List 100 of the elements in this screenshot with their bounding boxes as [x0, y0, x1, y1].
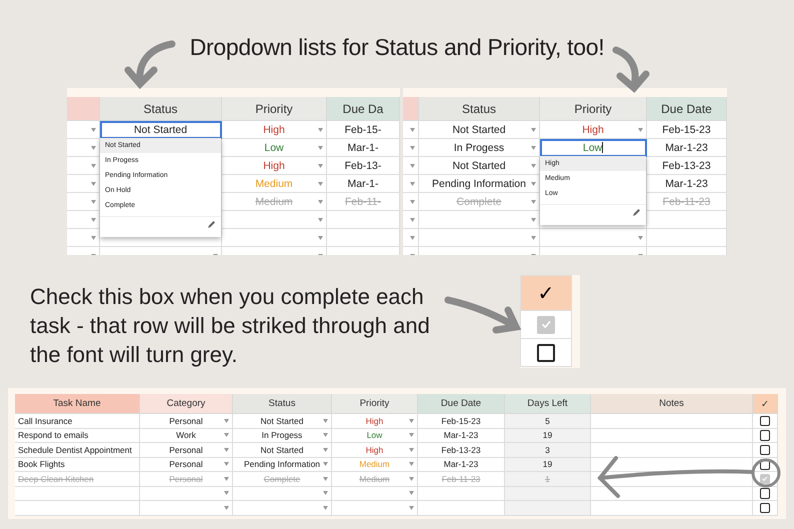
caret-icon[interactable]: [91, 164, 96, 168]
caret-icon[interactable]: [318, 146, 323, 150]
dropdown-cell[interactable]: [403, 139, 419, 157]
dropdown-cell[interactable]: Personal: [140, 443, 233, 458]
caret-icon[interactable]: [409, 418, 414, 423]
caret-icon[interactable]: [91, 200, 96, 204]
caret-icon[interactable]: [224, 418, 229, 423]
caret-icon[interactable]: [638, 236, 643, 240]
caret-icon[interactable]: [409, 433, 414, 438]
dropdown-cell[interactable]: [403, 229, 419, 247]
caret-icon[interactable]: [410, 182, 415, 186]
caret-icon[interactable]: [409, 462, 414, 466]
caret-icon[interactable]: [323, 476, 328, 481]
checkbox[interactable]: [760, 430, 770, 440]
checkbox[interactable]: [760, 444, 770, 455]
caret-icon[interactable]: [410, 200, 415, 204]
caret-icon[interactable]: [318, 200, 323, 204]
dropdown-cell[interactable]: [233, 486, 332, 501]
dropdown-cell[interactable]: [403, 157, 419, 175]
dropdown-cell[interactable]: Not Started: [233, 443, 332, 458]
caret-icon[interactable]: [531, 236, 536, 240]
caret-icon[interactable]: [410, 146, 415, 150]
caret-icon[interactable]: [224, 462, 229, 466]
dropdown-cell[interactable]: Work: [140, 428, 233, 443]
dropdown-cell[interactable]: High: [332, 414, 418, 428]
caret-icon[interactable]: [224, 476, 229, 481]
dropdown-cell[interactable]: [403, 121, 419, 139]
caret-icon[interactable]: [318, 164, 323, 168]
caret-icon[interactable]: [531, 164, 536, 168]
pencil-icon[interactable]: [632, 209, 640, 217]
caret-icon[interactable]: [91, 236, 96, 240]
dropdown-cell[interactable]: High: [332, 443, 418, 458]
dropdown-cell[interactable]: [67, 139, 100, 157]
checkbox[interactable]: [537, 344, 555, 362]
caret-icon[interactable]: [224, 506, 229, 510]
dropdown-cell[interactable]: Pending Information: [419, 175, 540, 193]
dropdown-cell[interactable]: In Progess: [233, 428, 332, 443]
caret-icon[interactable]: [531, 128, 536, 132]
caret-icon[interactable]: [323, 462, 328, 466]
dropdown-cell[interactable]: [140, 486, 233, 501]
caret-icon[interactable]: [531, 182, 536, 186]
dropdown-cell[interactable]: [332, 486, 418, 501]
caret-icon[interactable]: [224, 433, 229, 438]
dropdown-cell[interactable]: Not Started: [419, 121, 540, 139]
caret-icon[interactable]: [409, 506, 414, 510]
dropdown-cell[interactable]: Not Started: [419, 157, 540, 175]
checkbox[interactable]: [760, 474, 770, 484]
caret-icon[interactable]: [91, 128, 96, 132]
dropdown-cell[interactable]: [233, 501, 332, 516]
dropdown-cell[interactable]: [67, 211, 100, 229]
dropdown-cell[interactable]: Low: [332, 428, 418, 443]
checkbox[interactable]: [537, 316, 555, 334]
caret-icon[interactable]: [410, 164, 415, 168]
caret-icon[interactable]: [409, 476, 414, 481]
dropdown-cell[interactable]: [67, 157, 100, 175]
caret-icon[interactable]: [224, 491, 229, 496]
dropdown-cell[interactable]: [222, 229, 327, 247]
dropdown-cell[interactable]: Pending Information: [233, 458, 332, 472]
caret-icon[interactable]: [531, 146, 536, 150]
dropdown-cell[interactable]: High: [222, 121, 327, 139]
dropdown-cell[interactable]: [222, 211, 327, 229]
dropdown-cell[interactable]: [419, 211, 540, 229]
checkbox[interactable]: [760, 416, 770, 426]
caret-icon[interactable]: [410, 218, 415, 222]
dropdown-cell[interactable]: Low: [222, 139, 327, 157]
caret-icon[interactable]: [224, 448, 229, 452]
caret-icon[interactable]: [638, 128, 643, 132]
caret-icon[interactable]: [323, 433, 328, 438]
caret-icon[interactable]: [91, 182, 96, 186]
caret-icon[interactable]: [91, 146, 96, 150]
caret-icon[interactable]: [323, 491, 328, 496]
dropdown-cell[interactable]: [67, 121, 100, 139]
caret-icon[interactable]: [323, 418, 328, 423]
dropdown-cell[interactable]: Not Started: [233, 414, 332, 428]
caret-icon[interactable]: [323, 506, 328, 510]
dropdown-cell[interactable]: [67, 229, 100, 247]
dropdown-cell[interactable]: In Progess: [419, 139, 540, 157]
caret-icon[interactable]: [318, 182, 323, 186]
dropdown-cell[interactable]: [540, 229, 647, 247]
caret-icon[interactable]: [318, 128, 323, 132]
caret-icon[interactable]: [409, 491, 414, 496]
caret-icon[interactable]: [531, 218, 536, 222]
checkbox[interactable]: [760, 488, 770, 498]
dropdown-cell[interactable]: [403, 211, 419, 229]
checkbox[interactable]: [760, 502, 770, 513]
dropdown-cell[interactable]: [332, 501, 418, 516]
dropdown-cell[interactable]: [67, 193, 100, 211]
dropdown-cell[interactable]: Personal: [140, 414, 233, 428]
dropdown-cell[interactable]: Personal: [140, 458, 233, 472]
dropdown-cell[interactable]: High: [222, 157, 327, 175]
caret-icon[interactable]: [409, 448, 414, 452]
caret-icon[interactable]: [531, 200, 536, 204]
dropdown-cell[interactable]: [403, 175, 419, 193]
caret-icon[interactable]: [318, 218, 323, 222]
dropdown-cell[interactable]: [419, 229, 540, 247]
dropdown-cell[interactable]: [67, 175, 100, 193]
caret-icon[interactable]: [410, 236, 415, 240]
dropdown-cell[interactable]: [140, 501, 233, 516]
caret-icon[interactable]: [318, 236, 323, 240]
dropdown-cell[interactable]: [403, 193, 419, 211]
